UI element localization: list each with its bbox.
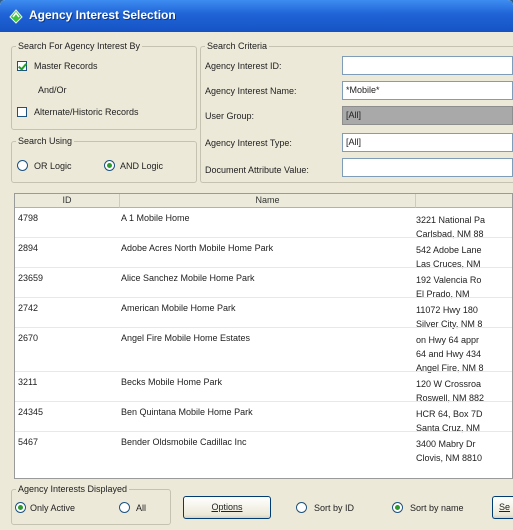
select-button[interactable]: Se [492,496,513,519]
row-id: 23659 [18,273,44,283]
address-line: on Hwy 64 appr [416,335,480,345]
and-logic-label[interactable]: AND Logic [120,161,163,171]
row-id: 3211 [18,377,38,387]
only-active-label[interactable]: Only Active [30,503,75,513]
row-id: 2894 [18,243,39,253]
row-id: 5467 [18,437,39,447]
table-row[interactable]: 4798 A 1 Mobile Home 3221 National Pa Ca… [15,209,512,239]
address-line: HCR 64, Box 7D [416,409,483,419]
row-name: American Mobile Home Park [121,303,236,313]
row-name: Ben Quintana Mobile Home Park [121,407,253,417]
address-line: 192 Valencia Ro [416,275,482,285]
search-for-group: Search For Agency Interest By Master Rec… [11,41,197,130]
search-criteria-label: Search Criteria [205,41,270,51]
table-row[interactable]: 2894 Adobe Acres North Mobile Home Park … [15,239,512,269]
row-divider [15,401,512,402]
address-line: 64 and Hwy 434 [416,349,482,359]
and-logic-radio[interactable] [104,160,115,171]
row-id: 4798 [18,213,39,223]
row-id: 2670 [18,333,39,343]
agency-interest-name-input[interactable]: *Mobile* [342,81,513,100]
table-row[interactable]: 5467 Bender Oldsmobile Cadillac Inc 3400… [15,433,512,465]
sort-by-id-label[interactable]: Sort by ID [314,503,354,513]
row-divider [15,371,512,372]
address-line: 11072 Hwy 180 [416,305,478,315]
sort-by-id-radio[interactable] [296,502,307,513]
address-line: 120 W Crossroa [416,379,482,389]
address-line: 542 Adobe Lane [416,245,482,255]
row-name: Bender Oldsmobile Cadillac Inc [121,437,247,447]
sort-by-name-radio[interactable] [392,502,403,513]
table-row[interactable]: 3211 Becks Mobile Home Park 120 W Crossr… [15,373,512,403]
row-name: Becks Mobile Home Park [121,377,223,387]
row-name: Alice Sanchez Mobile Home Park [121,273,255,283]
search-using-group: Search Using OR Logic AND Logic [11,136,197,183]
row-divider [15,327,512,328]
or-logic-label[interactable]: OR Logic [34,161,72,171]
row-divider [15,267,512,268]
agency-interest-type-select[interactable]: [All] [342,133,513,152]
master-records-checkbox[interactable] [17,61,27,71]
title-bar[interactable]: Agency Interest Selection [0,0,513,32]
address-line: 3221 National Pa [416,215,486,225]
options-button[interactable]: Options [183,496,271,519]
row-name: Adobe Acres North Mobile Home Park [121,243,274,253]
column-header-name[interactable]: Name [120,194,416,208]
app-icon [9,9,23,24]
alternate-records-checkbox[interactable] [17,107,27,117]
column-header-address[interactable] [416,194,512,208]
agency-interest-id-label: Agency Interest ID: [205,61,282,71]
address-line: Clovis, NM 8810 [416,453,483,463]
row-id: 2742 [18,303,39,313]
row-divider [15,237,512,238]
and-or-label: And/Or [38,85,67,95]
all-radio[interactable] [119,502,130,513]
column-header-id[interactable]: ID [15,194,120,208]
row-id: 24345 [18,407,44,417]
search-using-label: Search Using [16,136,75,146]
alternate-records-label[interactable]: Alternate/Historic Records [34,107,139,117]
displayed-label: Agency Interests Displayed [16,484,130,494]
agency-interest-window: Agency Interest Selection Search For Age… [0,0,513,530]
sort-by-name-label[interactable]: Sort by name [410,503,464,513]
user-group-label: User Group: [205,111,255,121]
agency-interest-id-input[interactable] [342,56,513,75]
document-attribute-value-input[interactable] [342,158,513,177]
agency-interest-type-label: Agency Interest Type: [205,138,292,148]
user-group-select[interactable]: [All] [342,106,513,125]
row-name: A 1 Mobile Home [121,213,190,223]
document-attribute-value-label: Document Attribute Value: [205,165,309,175]
all-label[interactable]: All [136,503,146,513]
table-row[interactable]: 2670 Angel Fire Mobile Home Estates on H… [15,329,512,375]
displayed-group: Agency Interests Displayed Only Active A… [11,484,171,525]
row-address: 3400 Mabry Dr Clovis, NM 8810 [416,437,482,465]
or-logic-radio[interactable] [17,160,28,171]
search-for-label: Search For Agency Interest By [16,41,143,51]
table-row[interactable]: 23659 Alice Sanchez Mobile Home Park 192… [15,269,512,299]
table-row[interactable]: 2742 American Mobile Home Park 11072 Hwy… [15,299,512,329]
master-records-label[interactable]: Master Records [34,61,98,71]
only-active-radio[interactable] [15,502,26,513]
row-address: on Hwy 64 appr 64 and Hwy 434 Angel Fire… [416,333,484,375]
table-row[interactable]: 24345 Ben Quintana Mobile Home Park HCR … [15,403,512,433]
agency-interest-name-label: Agency Interest Name: [205,86,297,96]
row-name: Angel Fire Mobile Home Estates [121,333,251,343]
address-line: 3400 Mabry Dr [416,439,476,449]
row-divider [15,297,512,298]
window-title: Agency Interest Selection [29,8,176,22]
results-list[interactable]: ID Name 4798 A 1 Mobile Home 3221 Nation… [14,193,513,479]
row-divider [15,431,512,432]
